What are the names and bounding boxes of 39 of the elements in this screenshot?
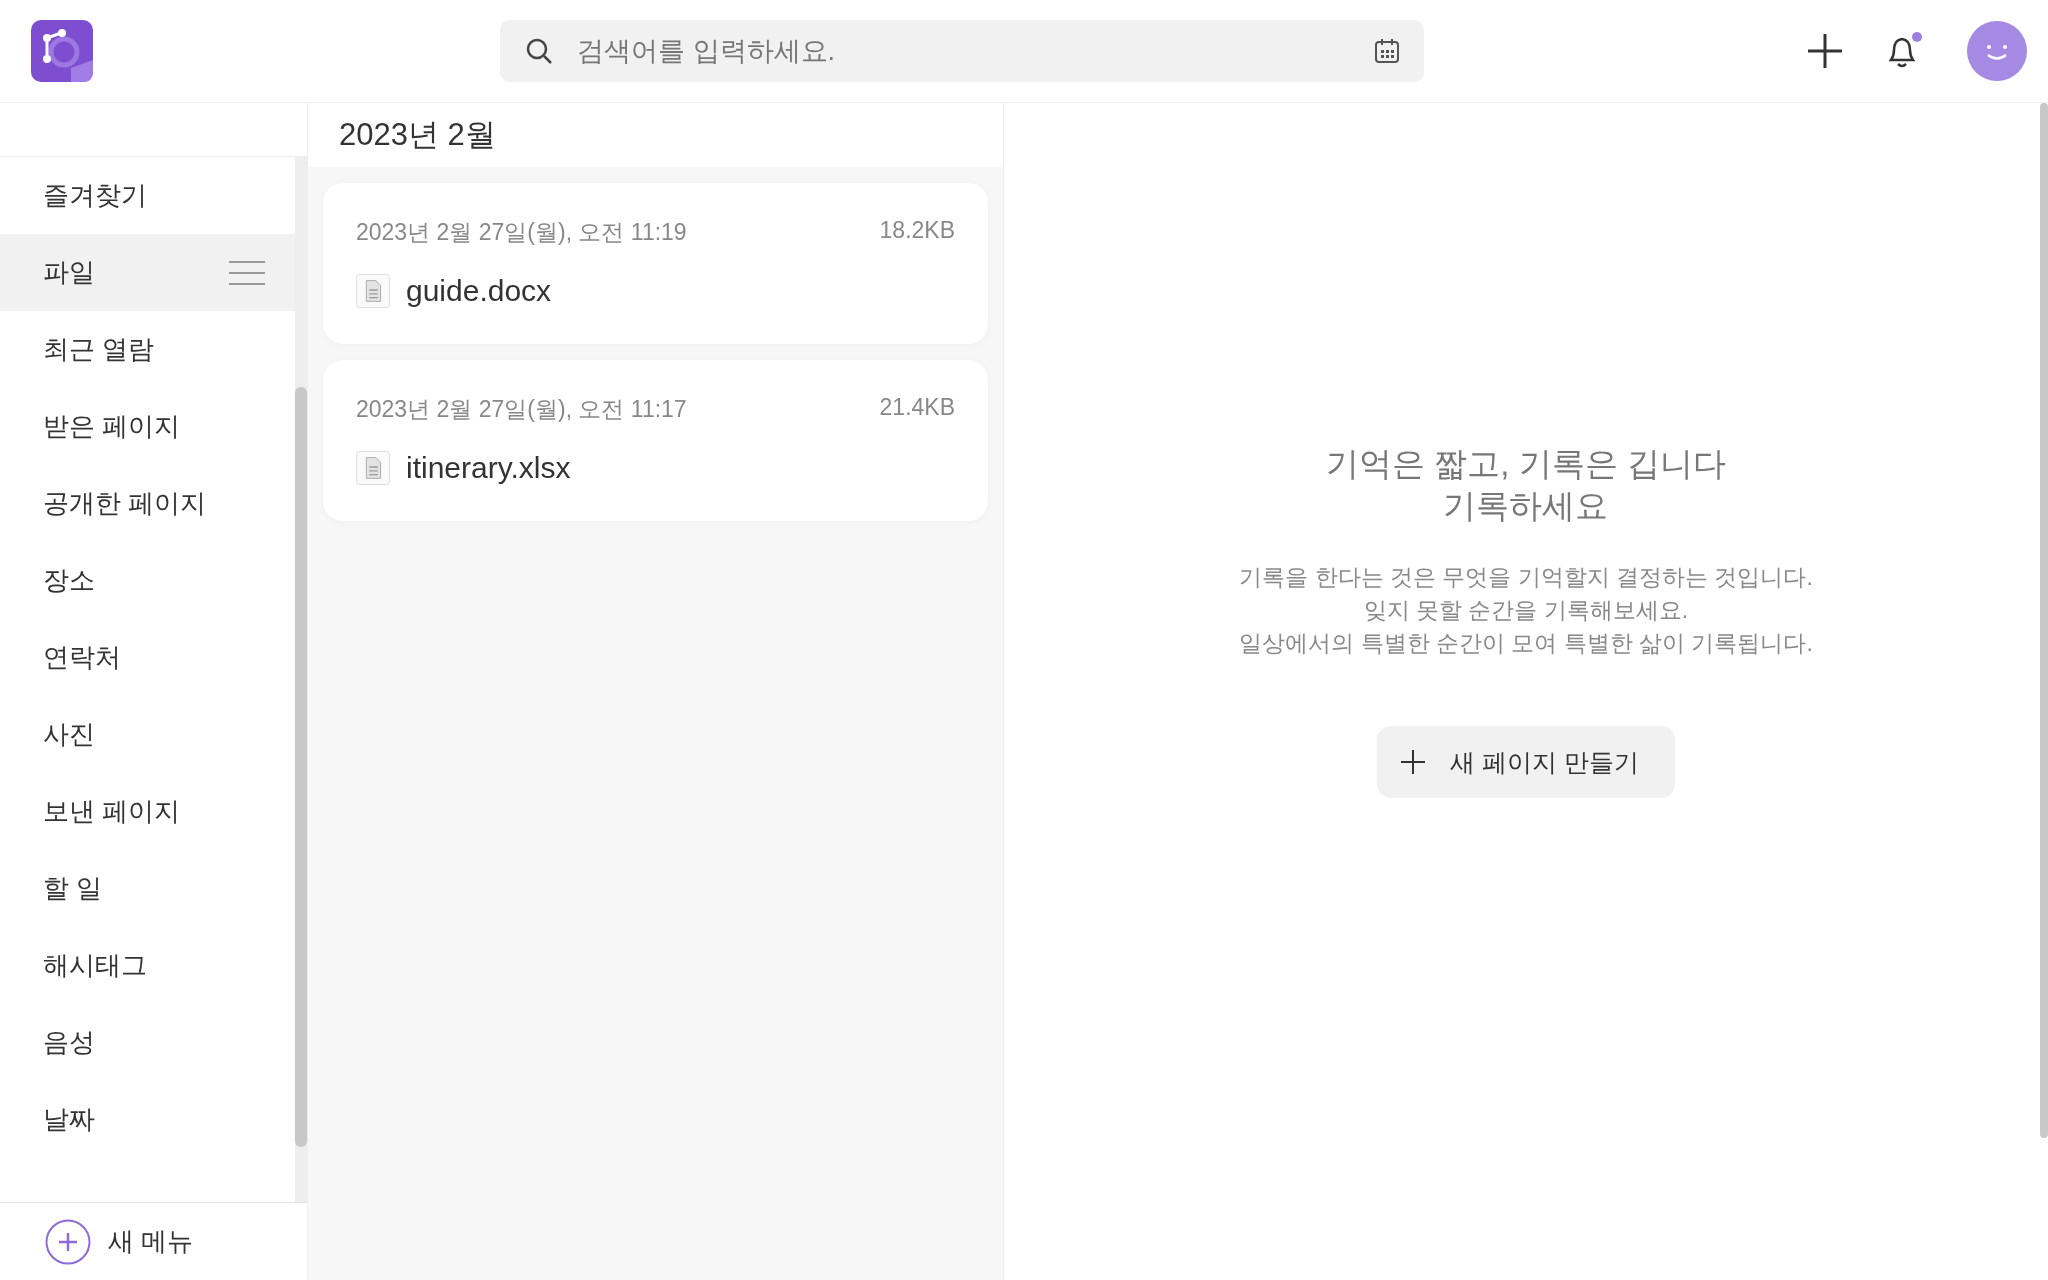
add-circle-icon xyxy=(45,1218,91,1265)
calendar-icon[interactable] xyxy=(1374,38,1400,64)
plus-icon xyxy=(1401,750,1426,774)
sidebar-item[interactable]: 최근 열람 xyxy=(0,311,295,388)
file-size: 18.2KB xyxy=(879,217,955,245)
sidebar-item[interactable]: 날짜 xyxy=(0,1081,295,1158)
document-icon xyxy=(356,274,390,308)
document-icon xyxy=(356,451,390,485)
empty-state-text: 기록을 한다는 것은 무엇을 기억할지 결정하는 것입니다. 잊지 못할 순간을 기록해보세요. 일상에서의 특별한 순간이 모여 특별한 삶이 기록됩니다. xyxy=(1239,563,1813,658)
sidebar-item[interactable]: 보낸 페이지 xyxy=(0,773,295,850)
file-date: 2023년 2월 27일(월), 오전 11:19 xyxy=(356,218,687,247)
file-size: 21.4KB xyxy=(879,394,955,422)
sidebar-item[interactable]: 해시태그 xyxy=(0,927,295,1004)
sidebar-item[interactable]: 음성 xyxy=(0,1004,295,1081)
sidebar-item[interactable]: 할 일 xyxy=(0,850,295,927)
empty-state-title: 기억은 짧고, 기록은 깁니다 기록하세요 xyxy=(1326,444,1726,526)
app-logo[interactable] xyxy=(31,20,93,82)
sidebar-item[interactable]: 사진 xyxy=(0,696,295,773)
sidebar-item[interactable]: 받은 페이지 xyxy=(0,388,295,465)
search-input[interactable]: 검색어를 입력하세요. xyxy=(575,34,1374,68)
avatar-icon[interactable] xyxy=(1967,21,2027,81)
file-card[interactable]: 2023년 2월 27일(월), 오전 11:17 21.4KB itinerary.xlsx xyxy=(323,360,988,521)
scrollbar[interactable] xyxy=(295,157,307,1202)
search-field[interactable]: 검색어를 입력하세요. xyxy=(500,20,1424,82)
sidebar-item[interactable]: 파일 xyxy=(0,234,295,311)
search-icon xyxy=(525,37,553,65)
sidebar-item[interactable]: 장소 xyxy=(0,542,295,619)
file-name: guide.docx xyxy=(406,274,552,308)
new-menu-button[interactable]: 새 메뉴 xyxy=(0,1202,307,1280)
new-page-button[interactable]: 새 페이지 만들기 xyxy=(1377,726,1675,798)
file-card[interactable]: 2023년 2월 27일(월), 오전 11:19 18.2KB guide.docx xyxy=(323,183,988,344)
sidebar-item[interactable]: 즐겨찾기 xyxy=(0,157,295,234)
scrollbar[interactable] xyxy=(2040,103,2048,1138)
sidebar-item[interactable]: 공개한 페이지 xyxy=(0,465,295,542)
month-heading: 2023년 2월 xyxy=(339,116,496,154)
sidebar-item[interactable]: 연락처 xyxy=(0,619,295,696)
add-icon[interactable] xyxy=(1807,33,1843,69)
file-name: itinerary.xlsx xyxy=(406,451,571,485)
file-date: 2023년 2월 27일(월), 오전 11:17 xyxy=(356,395,687,424)
